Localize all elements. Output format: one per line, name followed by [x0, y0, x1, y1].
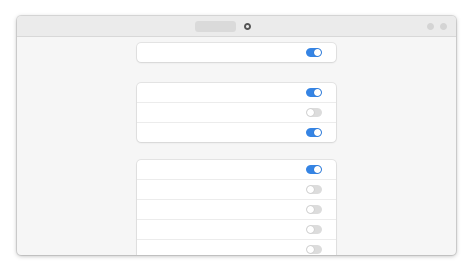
switch-knob — [307, 109, 314, 116]
settings-group-1 — [137, 43, 336, 62]
settings-group-2 — [137, 83, 336, 142]
toggle-switch[interactable] — [306, 88, 322, 97]
app-window — [17, 16, 456, 255]
switch-knob — [314, 166, 321, 173]
toggle-switch[interactable] — [306, 165, 322, 174]
header-bar — [17, 16, 456, 37]
page-icon — [244, 23, 251, 30]
setting-row — [137, 240, 336, 255]
switch-knob — [307, 246, 314, 253]
setting-row — [137, 160, 336, 180]
toggle-switch[interactable] — [306, 128, 322, 137]
switch-knob — [314, 129, 321, 136]
close-button[interactable] — [440, 23, 447, 30]
setting-row — [137, 180, 336, 200]
toggle-switch[interactable] — [306, 108, 322, 117]
toggle-switch[interactable] — [306, 185, 322, 194]
settings-group-3 — [137, 160, 336, 255]
setting-row — [137, 83, 336, 103]
switch-knob — [314, 49, 321, 56]
switch-knob — [314, 89, 321, 96]
switch-knob — [307, 186, 314, 193]
toggle-switch[interactable] — [306, 48, 322, 57]
setting-row — [137, 43, 336, 62]
switch-knob — [307, 206, 314, 213]
minimize-button[interactable] — [427, 23, 434, 30]
toggle-switch[interactable] — [306, 245, 322, 254]
setting-row — [137, 103, 336, 123]
setting-row — [137, 220, 336, 240]
view-switcher[interactable] — [195, 21, 236, 32]
setting-row — [137, 123, 336, 142]
setting-row — [137, 200, 336, 220]
toggle-switch[interactable] — [306, 205, 322, 214]
switch-knob — [307, 226, 314, 233]
toggle-switch[interactable] — [306, 225, 322, 234]
